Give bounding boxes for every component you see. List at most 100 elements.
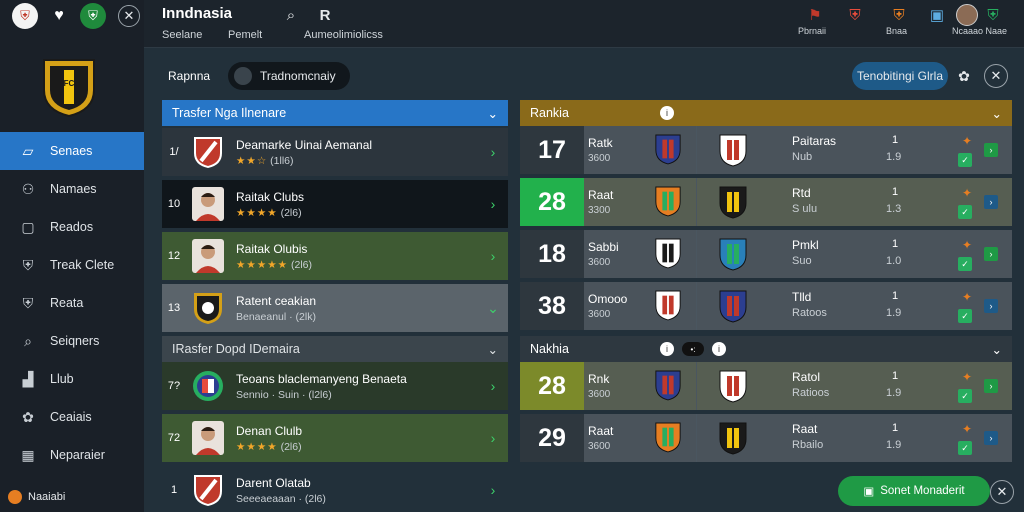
transfer-panel-2-title: IRasfer Dopd IDemaira <box>172 342 300 356</box>
green-shield-icon[interactable]: ⛨ <box>982 4 1004 26</box>
check-icon[interactable]: ✓ <box>958 257 972 271</box>
close-icon[interactable]: ✕ <box>118 5 140 27</box>
action-icon[interactable]: › <box>984 299 998 313</box>
sidebar-item-7[interactable]: ✿ Ceaiais <box>0 398 144 436</box>
ranking-row[interactable]: 28 Rnk 3600 Ratol Ratioos 1 1.9 ✦ ✓ › <box>520 362 1012 410</box>
sidebar-item-2[interactable]: ▢ Reados <box>0 208 144 246</box>
sidebar-menu: ▱ Senaes ⚇ Namaes ▢ Reados ⛨ Treak Clete ⛨ Reata ⌕… <box>0 132 144 474</box>
sidebar-top-icons: ⛨ ♥ ⛨ ✕ <box>0 0 144 32</box>
check-icon[interactable]: ✓ <box>958 309 972 323</box>
transfer-row[interactable]: 12 Raitak Olubis ★★★★★ (2l6) › <box>162 232 508 280</box>
search-icon[interactable]: ⌕ <box>280 4 302 26</box>
ranking-row[interactable]: 38 Omooo 3600 Tlld Ratoos 1 1.9 ✦ ✓ › <box>520 282 1012 330</box>
alert-icon[interactable]: ✦ <box>960 186 974 200</box>
pager-icon[interactable]: •: <box>682 342 704 356</box>
action-icon[interactable]: › <box>984 143 998 157</box>
rank-club-name: Ratioos <box>792 387 830 399</box>
alert-icon[interactable]: ✦ <box>960 238 974 252</box>
chevron-right-icon[interactable]: › <box>478 482 508 498</box>
check-icon[interactable]: ✓ <box>958 441 972 455</box>
rank-panel-2-header[interactable]: Nakhia i •: i ⌄ <box>520 336 1012 362</box>
transfer-row[interactable]: 1/Deamarke Uinai Aemanal ★★☆ (1ll6) › <box>162 128 508 176</box>
heart-icon[interactable]: ♥ <box>46 3 72 29</box>
check-icon[interactable]: ✓ <box>958 389 972 403</box>
team-crest-icon <box>654 421 682 453</box>
settings-icon[interactable]: ✿ <box>954 62 974 90</box>
sidebar-item-5[interactable]: ⌕ Seiqners <box>0 322 144 360</box>
close-icon[interactable]: ✕ <box>984 64 1008 88</box>
rank-player-name: Rtd <box>792 186 811 200</box>
alert-icon[interactable]: ✦ <box>960 422 974 436</box>
sidebar-footer[interactable]: Naaiabi <box>0 482 144 512</box>
rank-team-abbr: Rnk <box>588 372 610 386</box>
alert-icon[interactable]: ✦ <box>960 370 974 384</box>
sidebar-item-1[interactable]: ⚇ Namaes <box>0 170 144 208</box>
row-rating: Benaeanul · (2lk) <box>236 310 316 323</box>
transfer-row[interactable]: 72 Denan Clulb ★★★★ (2l6) › <box>162 414 508 462</box>
action-icon[interactable]: › <box>984 195 998 209</box>
avatar[interactable] <box>956 4 978 26</box>
sidebar-item-8[interactable]: ▦ Neparaier <box>0 436 144 474</box>
club-crest-icon <box>192 369 224 403</box>
save-icon: ▣ <box>863 486 875 498</box>
info-icon[interactable]: i <box>712 342 726 356</box>
panel-controls[interactable]: i •: i <box>660 342 726 356</box>
chevron-right-icon[interactable]: › <box>478 378 508 394</box>
alert-icon[interactable]: ✦ <box>960 290 974 304</box>
row-text: Ratent ceakian Benaeanul · (2lk) <box>236 294 478 323</box>
filter-row: Rapnna Tradnomcnaiy Tenobitingi Glrla ✿ … <box>162 62 1016 92</box>
save-icon[interactable]: ▣ <box>926 4 948 26</box>
chevron-right-icon[interactable]: › <box>478 196 508 212</box>
sidebar-item-6[interactable]: ▟ Llub <box>0 360 144 398</box>
row-name: Darent Olatab <box>236 475 311 490</box>
sidebar-item-0[interactable]: ▱ Senaes <box>0 132 144 170</box>
chevron-right-icon[interactable]: › <box>478 248 508 264</box>
row-number: 7? <box>167 380 181 392</box>
tab-seelane[interactable]: Seelane <box>162 29 202 41</box>
shield-green-icon[interactable]: ⛨ <box>80 3 106 29</box>
close-icon[interactable]: ✕ <box>990 480 1014 504</box>
alert-icon[interactable]: ✦ <box>960 134 974 148</box>
ranking-row[interactable]: 18 Sabbi 3600 Pmkl Suo 1 1.0 ✦ ✓ › <box>520 230 1012 278</box>
ranking-row[interactable]: 17 Ratk 3600 Paitaras Nub 1 1.9 ✦ ✓ › <box>520 126 1012 174</box>
club-badge-icon[interactable]: ⛨ <box>12 3 38 29</box>
chevron-right-icon[interactable]: › <box>478 430 508 446</box>
flag-icon[interactable]: ⚑ <box>804 4 826 26</box>
shirt-icon: ▱ <box>22 142 34 159</box>
player-photo <box>192 187 224 221</box>
action-icon[interactable]: › <box>984 431 998 445</box>
primary-action-button[interactable]: Tenobitingi Glrla <box>852 62 948 90</box>
check-icon[interactable]: ✓ <box>958 205 972 219</box>
transfer-row[interactable]: 13 Ratent ceakian Benaeanul · (2lk) ⌄ <box>162 284 508 332</box>
submit-button[interactable]: ▣ Sonet Monaderit <box>838 476 990 506</box>
chevron-right-icon[interactable]: › <box>478 144 508 160</box>
transfer-row[interactable]: 7? Teoans blaclemanyeng Benaeta Sennio · … <box>162 362 508 410</box>
view-toggle[interactable]: Tradnomcnaiy <box>228 62 350 90</box>
action-icon[interactable]: › <box>984 247 998 261</box>
sidebar-item-4[interactable]: ⛨ Reata <box>0 284 144 322</box>
team-shield-icon[interactable]: ⛨ <box>844 4 866 26</box>
rank-team-abbr: Omooo <box>588 292 628 306</box>
row-number: 72 <box>167 432 181 444</box>
row-name: Ratent ceakian <box>236 293 317 308</box>
orange-shield-icon[interactable]: ⛨ <box>888 4 910 26</box>
action-icon[interactable]: › <box>984 379 998 393</box>
row-rating: (1ll6) <box>270 154 294 167</box>
ranking-row[interactable]: 29 Raat 3600 Raat Rbailo 1 1.9 ✦ ✓ › <box>520 414 1012 462</box>
chevron-right-icon[interactable]: ⌄ <box>478 300 508 317</box>
tab-pemelt[interactable]: Pemelt <box>228 29 262 41</box>
info-icon[interactable]: i <box>660 342 674 356</box>
tab-aumeo[interactable]: Aumeolimiolicss <box>304 29 383 41</box>
transfer-row[interactable]: 10 Raitak Clubs ★★★★ (2l6) › <box>162 180 508 228</box>
info-icon[interactable]: i <box>660 106 674 120</box>
row-meta: Benaeanul · (2lk) <box>236 311 478 323</box>
transfer-panel-2-header[interactable]: IRasfer Dopd IDemaira ⌄ <box>162 336 508 362</box>
ranking-row[interactable]: 28 Raat 3300 Rtd S ulu 1 1.3 ✦ ✓ › <box>520 178 1012 226</box>
rank-panel-header[interactable]: Rankia i ⌄ <box>520 100 1012 126</box>
transfer-row[interactable]: 1 Darent Olatab Seeeaeaaan · (2l6) › <box>162 466 508 512</box>
sidebar-item-3[interactable]: ⛨ Treak Clete <box>0 246 144 284</box>
transfer-panel-header[interactable]: Trasfer Nga Ilnenare ⌄ <box>162 100 508 126</box>
refresh-icon[interactable]: R <box>314 4 336 26</box>
check-icon[interactable]: ✓ <box>958 153 972 167</box>
row-text: Raitak Clubs ★★★★ (2l6) <box>236 190 478 219</box>
